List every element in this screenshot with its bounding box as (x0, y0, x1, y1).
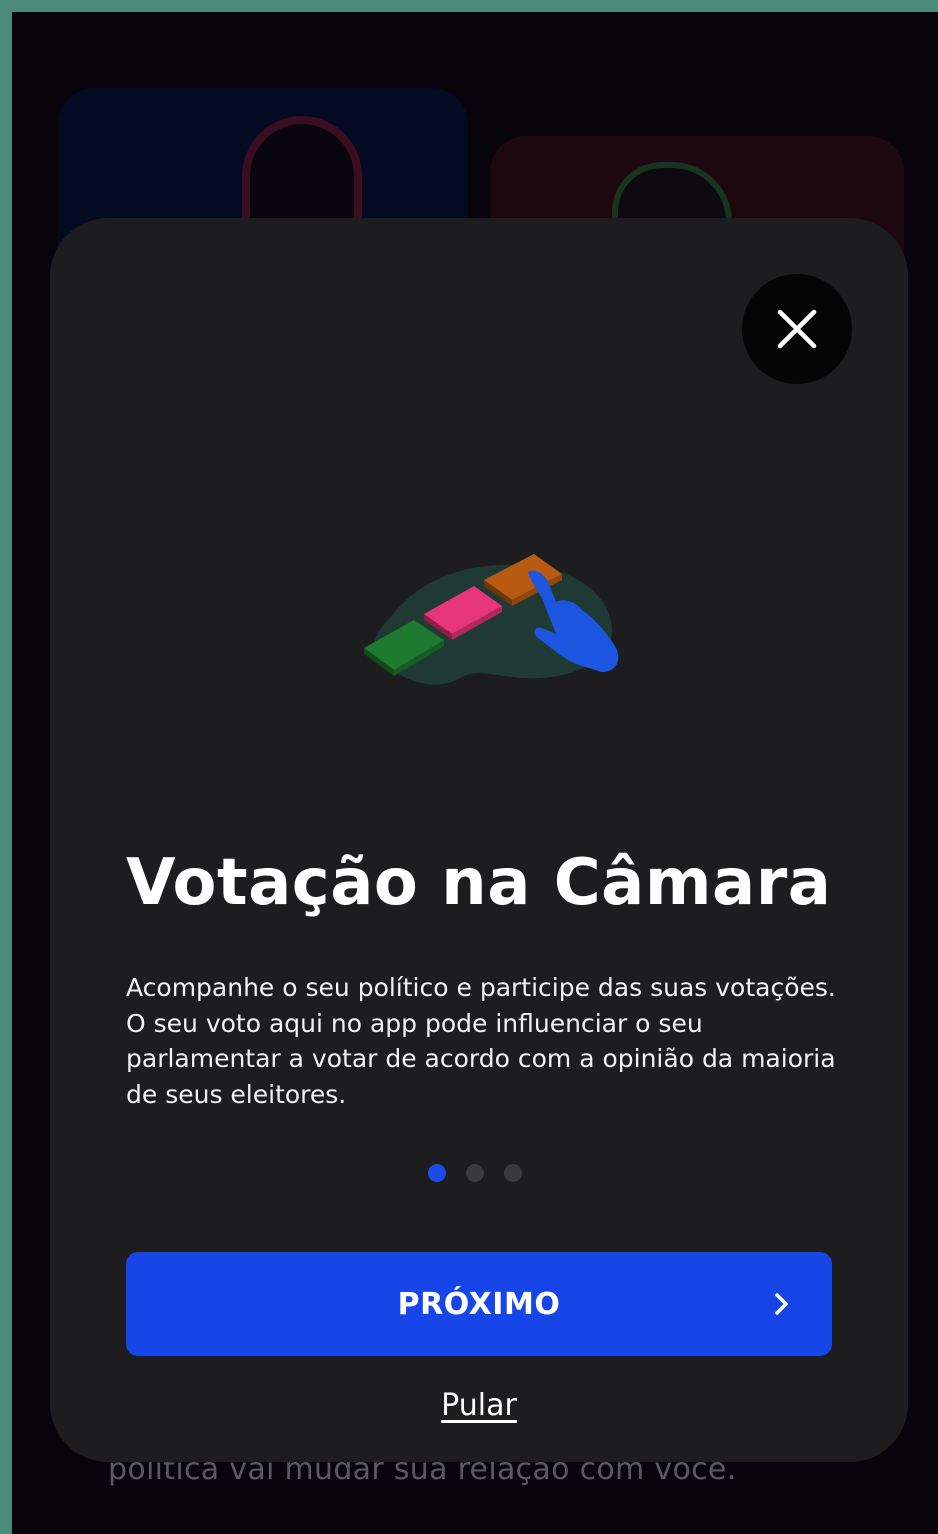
close-icon (777, 309, 817, 349)
app-screen: política vai mudar sua relação com você. (12, 12, 938, 1534)
modal-title: Votação na Câmara (126, 846, 832, 920)
close-button[interactable] (742, 274, 852, 384)
chevron-right-icon (775, 1293, 788, 1315)
skip-link[interactable]: Pular (50, 1388, 908, 1423)
next-button[interactable]: PRÓXIMO (126, 1252, 832, 1356)
voting-buttons-hand-illustration (364, 554, 619, 685)
next-button-label: PRÓXIMO (397, 1286, 561, 1322)
pagination-dot (504, 1164, 522, 1182)
modal-description: Acompanhe o seu político e participe das… (126, 973, 836, 1109)
pagination-dot-active (428, 1164, 446, 1182)
pagination-dots (428, 1164, 522, 1182)
onboarding-modal: Votação na Câmara Acompanhe o seu políti… (50, 218, 908, 1462)
pagination-dot (466, 1164, 484, 1182)
